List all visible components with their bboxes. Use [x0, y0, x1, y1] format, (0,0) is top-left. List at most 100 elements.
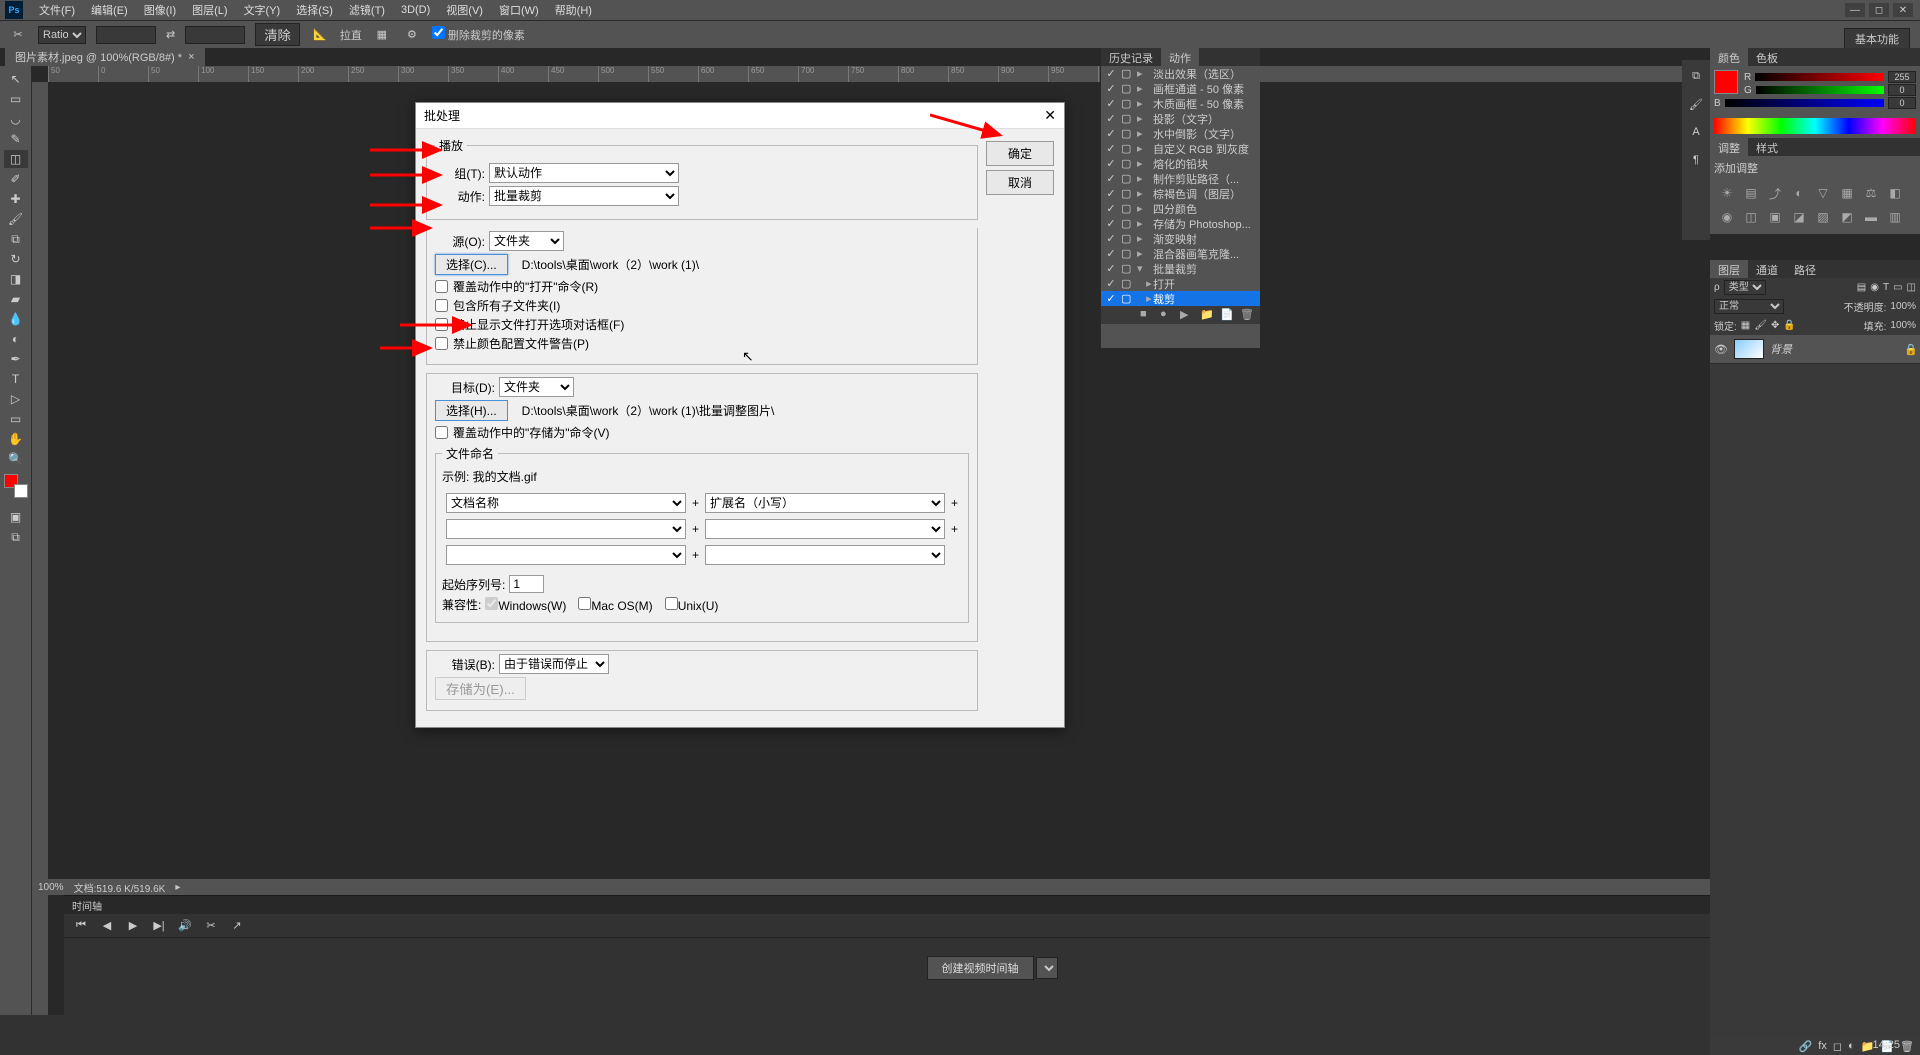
lock-trans-icon[interactable]: ▦	[1741, 320, 1750, 331]
timeline-type-select[interactable]	[1036, 957, 1058, 979]
adjustment-layer-icon[interactable]: ◐	[1848, 1040, 1855, 1053]
bw-icon[interactable]: ◧	[1886, 184, 1904, 202]
new-folder-icon[interactable]: 📁	[1200, 308, 1214, 322]
action-row[interactable]: ✓▢▸淡出效果（选区）	[1101, 66, 1260, 81]
delete-icon[interactable]: 🗑	[1240, 308, 1254, 322]
healing-tool[interactable]: ✚	[4, 190, 28, 208]
zoom-level[interactable]: 100%	[38, 882, 64, 893]
status-arrow-icon[interactable]: ▸	[175, 882, 180, 893]
start-serial-input[interactable]	[509, 575, 544, 593]
threshold-icon[interactable]: ◩	[1838, 208, 1856, 226]
window-maximize-button[interactable]: ◻	[1869, 3, 1889, 17]
delete-cropped-checkbox[interactable]: 删除裁剪的像素	[432, 26, 525, 43]
brush-tool[interactable]: 🖌	[4, 210, 28, 228]
color-swatch[interactable]	[1714, 70, 1738, 94]
action-select[interactable]: 批量裁剪	[489, 186, 679, 206]
scissors-icon[interactable]: ✂	[202, 918, 220, 934]
ratio-height-input[interactable]	[185, 26, 245, 44]
channels-tab[interactable]: 通道	[1748, 260, 1786, 278]
swatches-tab[interactable]: 色板	[1748, 48, 1786, 66]
action-row[interactable]: ✓▢▸木质画框 - 50 像素	[1101, 96, 1260, 111]
colormap-icon[interactable]: ▣	[1766, 208, 1784, 226]
dodge-tool[interactable]: ◐	[4, 330, 28, 348]
compat-unix-checkbox[interactable]	[665, 597, 678, 610]
audio-icon[interactable]: 🔊	[176, 918, 194, 934]
action-row[interactable]: ✓▢▸棕褐色调（图层）	[1101, 186, 1260, 201]
create-timeline-button[interactable]: 创建视频时间轴	[927, 956, 1034, 980]
path-select-tool[interactable]: ▷	[4, 390, 28, 408]
record-icon[interactable]: ●	[1160, 308, 1174, 322]
menu-3d[interactable]: 3D(D)	[393, 2, 438, 18]
paths-tab[interactable]: 路径	[1786, 260, 1824, 278]
hand-tool[interactable]: ✋	[4, 430, 28, 448]
ok-button[interactable]: 确定	[986, 141, 1054, 166]
ratio-width-input[interactable]	[96, 26, 156, 44]
name-part-5[interactable]	[446, 545, 686, 565]
exposure-icon[interactable]: ◐	[1790, 184, 1808, 202]
r-slider[interactable]	[1755, 73, 1884, 81]
crop-tool[interactable]: ◫	[4, 150, 28, 168]
colorbalance-icon[interactable]: ⚖	[1862, 184, 1880, 202]
ratio-select[interactable]: Ratio	[38, 26, 86, 44]
b-slider[interactable]	[1725, 99, 1884, 107]
history-strip-icon[interactable]: ⧉	[1686, 66, 1706, 86]
lock-pos-icon[interactable]: ✥	[1771, 320, 1779, 331]
actions-list[interactable]: ✓▢▸淡出效果（选区）✓▢▸画框通道 - 50 像素✓▢▸木质画框 - 50 像…	[1101, 66, 1260, 306]
color-spectrum[interactable]	[1714, 118, 1916, 134]
vibrance-icon[interactable]: ▽	[1814, 184, 1832, 202]
group-select[interactable]: 默认动作	[489, 163, 679, 183]
selective-icon[interactable]: ▥	[1886, 208, 1904, 226]
color-tab[interactable]: 颜色	[1710, 48, 1748, 66]
zoom-tool[interactable]: 🔍	[4, 450, 28, 468]
marquee-tool[interactable]: ▭	[4, 90, 28, 108]
choose-dest-button[interactable]: 选择(H)...	[435, 400, 508, 421]
b-value[interactable]	[1888, 97, 1916, 109]
grid-icon[interactable]: ▦	[372, 25, 392, 45]
layer-name[interactable]: 背景	[1770, 341, 1898, 357]
posterize-icon[interactable]: ▨	[1814, 208, 1832, 226]
channelmixer-icon[interactable]: ◫	[1742, 208, 1760, 226]
brush-strip-icon[interactable]: 🖌	[1686, 94, 1706, 114]
gradientmap-icon[interactable]: ▬	[1862, 208, 1880, 226]
history-tab[interactable]: 历史记录	[1101, 48, 1161, 66]
compat-mac-checkbox[interactable]	[578, 597, 591, 610]
mask-icon[interactable]: ◻	[1833, 1040, 1842, 1053]
layer-item[interactable]: 👁 背景 🔒	[1710, 335, 1920, 364]
next-frame-icon[interactable]: ▶|	[150, 918, 168, 934]
photofilter-icon[interactable]: ◉	[1718, 208, 1736, 226]
filter-icon5[interactable]: ◫	[1907, 282, 1916, 293]
g-slider[interactable]	[1756, 86, 1884, 94]
hue-icon[interactable]: ▦	[1838, 184, 1856, 202]
action-row[interactable]: ✓▢▾批量裁剪	[1101, 261, 1260, 276]
document-tab[interactable]: 图片素材.jpeg @ 100%(RGB/8#) * ×	[5, 48, 205, 66]
source-select[interactable]: 文件夹	[489, 231, 564, 251]
choose-source-button[interactable]: 选择(C)...	[435, 254, 508, 275]
blend-mode-select[interactable]: 正常	[1714, 299, 1784, 314]
rewind-icon[interactable]: ⏮	[72, 918, 90, 934]
action-row[interactable]: ✓▢▸画框通道 - 50 像素	[1101, 81, 1260, 96]
name-part-6[interactable]	[705, 545, 945, 565]
name-part-2[interactable]: 扩展名（小写）	[705, 493, 945, 513]
filter-icon4[interactable]: ▭	[1893, 282, 1902, 293]
lock-paint-icon[interactable]: 🖌	[1754, 320, 1767, 331]
char-strip-icon[interactable]: A	[1686, 122, 1706, 142]
new-action-icon[interactable]: 📄	[1220, 308, 1234, 322]
g-value[interactable]	[1888, 84, 1916, 96]
dialog-titlebar[interactable]: 批处理 ✕	[416, 103, 1064, 129]
play-action-icon[interactable]: ▶	[1180, 308, 1194, 322]
gear-icon[interactable]: ⚙	[402, 25, 422, 45]
invert-icon[interactable]: ◪	[1790, 208, 1808, 226]
move-tool[interactable]: ↖	[4, 70, 28, 88]
pen-tool[interactable]: ✒	[4, 350, 28, 368]
menu-image[interactable]: 图像(I)	[136, 0, 184, 20]
r-value[interactable]	[1888, 71, 1916, 83]
quick-select-tool[interactable]: ✎	[4, 130, 28, 148]
menu-layer[interactable]: 图层(L)	[184, 0, 235, 20]
name-part-1[interactable]: 文档名称	[446, 493, 686, 513]
swap-icon[interactable]: ⇄	[166, 28, 175, 41]
para-strip-icon[interactable]: ¶	[1686, 150, 1706, 170]
brightness-icon[interactable]: ☀	[1718, 184, 1736, 202]
visibility-icon[interactable]: 👁	[1714, 343, 1728, 356]
menu-file[interactable]: 文件(F)	[31, 0, 83, 20]
override-save-checkbox[interactable]	[435, 426, 448, 439]
